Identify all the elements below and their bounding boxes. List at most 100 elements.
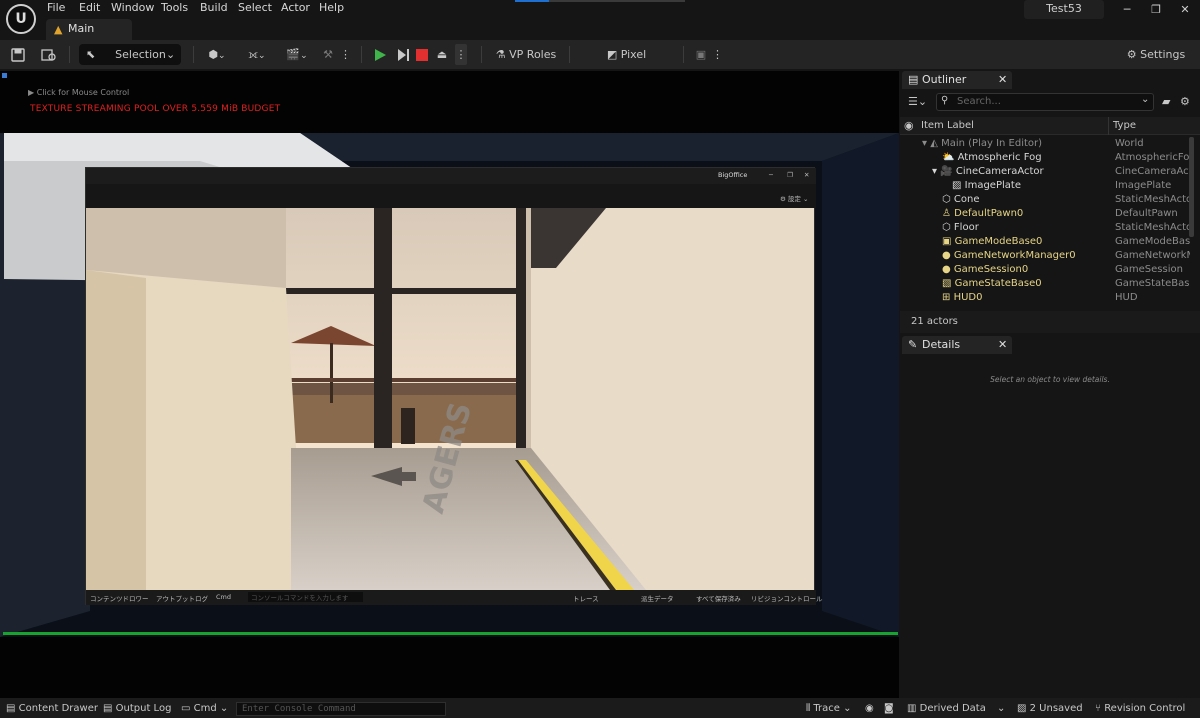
outliner-scrollbar[interactable] [1189, 137, 1194, 237]
vp-roles-icon: ⚗ [495, 48, 506, 61]
viewport-options-icon[interactable] [2, 73, 7, 78]
unsaved-button[interactable]: ▨ 2 Unsaved [1017, 701, 1083, 716]
unreal-logo-icon[interactable]: U [6, 4, 36, 34]
content-browse-icon[interactable] [38, 44, 58, 65]
add-actor-icon[interactable]: ⬢⌄ [203, 44, 231, 65]
advance-frame-icon[interactable] [393, 44, 413, 65]
inner-console-input[interactable]: コンソールコマンドを入力します [248, 592, 363, 602]
play-icon[interactable] [369, 44, 391, 65]
main-toolbar: ⬉ Selection Mode ⌄ ⬢⌄ ⟗⌄ 🎬⌄ ⚒ ⋮ ⏏ ⋮ ⚗ VP… [0, 40, 1200, 82]
col-type[interactable]: Type [1113, 120, 1136, 131]
stop-icon[interactable] [413, 44, 431, 65]
inner-derived-data[interactable]: 派生データ [641, 593, 674, 603]
settings-button[interactable]: ⚙ Settings [1122, 44, 1190, 65]
inner-settings-button[interactable]: ⚙ 設定 ⌄ [780, 193, 808, 203]
menu-window[interactable]: Window [111, 0, 154, 16]
tree-item-label: ● GameSession0 [942, 264, 1029, 275]
play-options-icon[interactable]: ⋮ [455, 44, 467, 65]
tree-row[interactable]: ⬡ Floor StaticMeshActor [900, 221, 1190, 235]
tree-row[interactable]: ● GameNetworkManager0 GameNetworkMa [900, 249, 1190, 263]
menu-help[interactable]: Help [319, 0, 344, 16]
inner-output-log[interactable]: アウトプットログ [156, 593, 208, 603]
console-input[interactable]: Enter Console Command [236, 702, 446, 716]
tree-row[interactable]: ▧ GameStateBase0 GameStateBase [900, 277, 1190, 291]
tree-row[interactable]: ⬡ Cone StaticMeshActor [900, 193, 1190, 207]
close-icon[interactable]: ✕ [1175, 2, 1195, 18]
tree-row[interactable]: ⊞ HUD0 HUD [900, 291, 1190, 305]
trace-label: Trace [813, 703, 840, 714]
tree-row[interactable]: ● GameSession0 GameSession [900, 263, 1190, 277]
menu-tools[interactable]: Tools [161, 0, 188, 16]
tree-row[interactable]: ⛅ Atmospheric Fog AtmosphericFog [900, 151, 1190, 165]
col-item-label[interactable]: Item Label [921, 120, 974, 131]
details-panel: ✎ Details ✕ Select an object to view det… [900, 336, 1200, 696]
tree-row[interactable]: ▨ ImagePlate ImagePlate [900, 179, 1190, 193]
restore-icon[interactable]: ❐ [787, 171, 793, 179]
vp-roles-dropdown[interactable]: ⚗ VP Roles ⌄ [492, 44, 560, 82]
derived-data-button[interactable]: ▥ Derived Data ⌄ [907, 701, 1005, 716]
cinematics-icon[interactable]: 🎬⌄ [283, 44, 311, 65]
pixel-streaming-dropdown[interactable]: ◩ Pixel Streaming ⌄ [579, 44, 674, 82]
cmd-dropdown[interactable]: ▭ Cmd ⌄ [181, 701, 228, 716]
filter-icon[interactable]: ☰⌄ [908, 95, 927, 108]
outliner-search-input[interactable]: ⚲ Search... ⌄ [936, 93, 1154, 111]
tree-row[interactable]: ♙ DefaultPawn0 DefaultPawn [900, 207, 1190, 221]
menu-actor[interactable]: Actor [281, 0, 310, 16]
save-icon[interactable] [8, 44, 28, 65]
level-tab-main[interactable]: ▲ Main [46, 19, 132, 40]
chevron-down-icon: ⌄ [1141, 94, 1150, 105]
tree-item-type: StaticMeshActor [1115, 222, 1190, 233]
project-name: Test53 [1024, 0, 1104, 19]
camera-icon[interactable]: ◙ [884, 701, 894, 716]
inner-revision-control[interactable]: リビジョンコントロール [751, 593, 823, 603]
restore-icon[interactable]: ❐ [1146, 2, 1166, 18]
visibility-icon[interactable]: ◉ [904, 119, 914, 132]
revision-control-button[interactable]: ⑂ Revision Control [1095, 701, 1185, 716]
minimize-icon[interactable]: ─ [1117, 2, 1137, 18]
inner-trace[interactable]: トレース [573, 593, 599, 603]
minimize-icon[interactable]: ─ [769, 171, 773, 179]
menu-build[interactable]: Build [200, 0, 228, 16]
triangle-right-icon: ▶ [28, 88, 35, 97]
trace-dropdown[interactable]: ⫴ Trace ⌄ [806, 701, 852, 716]
tree-row[interactable]: ▣ GameModeBase0 GameModeBase [900, 235, 1190, 249]
modes-icon[interactable]: ⚒ [320, 44, 336, 65]
menu-select[interactable]: Select [238, 0, 272, 16]
output-log-icon: ▤ [103, 703, 113, 714]
tab-outliner[interactable]: ▤ Outliner ✕ [902, 71, 1012, 89]
derived-data-icon: ▥ [907, 703, 917, 714]
new-folder-icon[interactable]: ▰ [1162, 95, 1170, 108]
close-icon[interactable]: ✕ [804, 171, 809, 179]
tree-item-label: ♙ DefaultPawn0 [942, 208, 1024, 219]
tab-details[interactable]: ✎ Details ✕ [902, 336, 1012, 354]
title-progress-indicator [515, 0, 685, 2]
selection-mode-dropdown[interactable]: ⬉ Selection Mode ⌄ [79, 44, 181, 82]
level-viewport[interactable]: ▶ Click for Mouse Control TEXTURE STREAM… [0, 71, 899, 698]
gear-icon[interactable]: ⚙ [1180, 95, 1190, 108]
inner-all-saved[interactable]: すべて保存済み [696, 593, 741, 603]
tree-row[interactable]: ▾ ◭ Main (Play In Editor) World [900, 137, 1190, 151]
output-log-button[interactable]: ▤ Output Log [103, 701, 171, 716]
menu-file[interactable]: File [47, 0, 65, 16]
tree-row[interactable]: ▾ 🎥 CineCameraActor CineCameraActor [900, 165, 1190, 179]
game-mode-icon: ▣ [942, 236, 952, 247]
close-icon[interactable]: ✕ [998, 71, 1007, 89]
chevron-down-icon: ⌄ [997, 703, 1006, 714]
blueprints-icon[interactable]: ⟗⌄ [243, 44, 271, 65]
mouse-control-hint[interactable]: ▶ Click for Mouse Control [28, 88, 129, 97]
actor-icon: ● [942, 250, 951, 261]
content-drawer-button[interactable]: ▤ Content Drawer [6, 701, 98, 716]
inner-content-drawer[interactable]: コンテンツドロワー [90, 593, 149, 603]
tree-item-type: GameStateBase [1115, 278, 1190, 289]
record-icon[interactable]: ◉ [865, 701, 874, 716]
eject-icon[interactable]: ⏏ [433, 44, 451, 65]
game-scene-image: AGERS [86, 208, 814, 590]
close-icon[interactable]: ✕ [998, 336, 1007, 354]
more-options-icon[interactable]: ⋮ [340, 44, 351, 65]
menu-edit[interactable]: Edit [79, 0, 100, 16]
inner-cmd[interactable]: Cmd [216, 593, 231, 601]
chevron-down-icon: ⌄ [219, 703, 229, 714]
tree-item-label: ▾ ◭ Main (Play In Editor) [922, 138, 1043, 149]
camera-icon[interactable]: ▣ [693, 44, 709, 65]
more-options-icon[interactable]: ⋮ [712, 44, 723, 65]
